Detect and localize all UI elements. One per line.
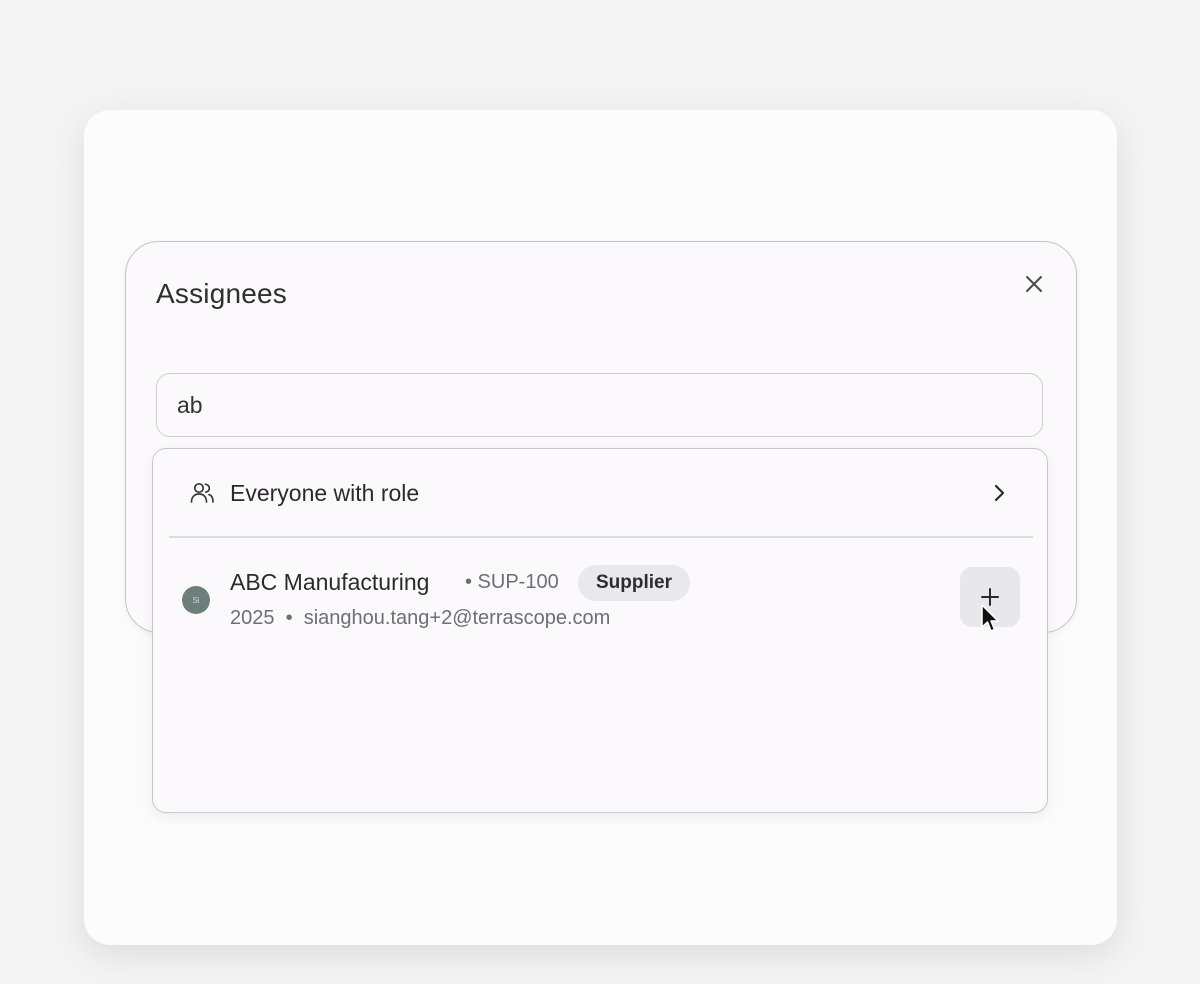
- everyone-with-role-option[interactable]: Everyone with role: [153, 449, 1047, 537]
- assignee-meta: 2025 • sianghou.tang+2@terrascope.com: [230, 607, 611, 629]
- assignee-dropdown: Everyone with role Si ABC Manufacturing …: [152, 448, 1048, 813]
- avatar: Si: [182, 586, 210, 614]
- mouse-pointer-icon: [981, 604, 999, 632]
- chevron-right-icon: [994, 484, 1005, 502]
- assignee-code: • SUP-100: [465, 571, 559, 593]
- users-icon: [190, 482, 214, 503]
- dialog-title: Assignees: [156, 278, 287, 309]
- close-button[interactable]: [1018, 268, 1050, 300]
- role-option-label: Everyone with role: [230, 480, 420, 506]
- divider: [169, 536, 1033, 538]
- role-badge: Supplier: [578, 565, 691, 601]
- search-field[interactable]: [156, 373, 1043, 437]
- close-icon: [1026, 276, 1042, 292]
- assignee-name: ABC Manufacturing: [230, 569, 430, 595]
- search-input[interactable]: [177, 374, 1017, 436]
- list-item: Si ABC Manufacturing • SUP-100 Supplier …: [153, 559, 1047, 639]
